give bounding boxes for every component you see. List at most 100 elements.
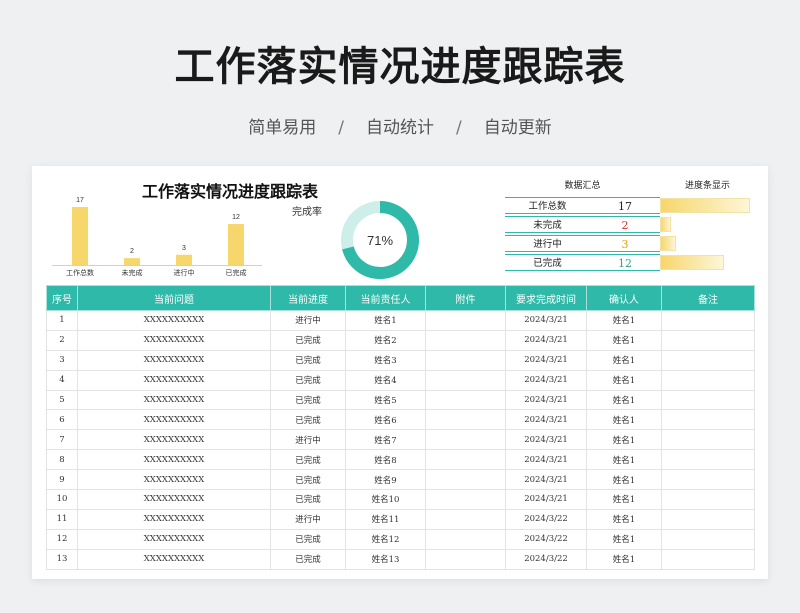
row-number-cell[interactable]: 13 xyxy=(46,548,78,570)
confirmer-cell[interactable]: 姓名1 xyxy=(586,508,662,530)
remark-cell[interactable] xyxy=(661,469,755,491)
attachment-cell[interactable] xyxy=(425,349,506,371)
remark-cell[interactable] xyxy=(661,409,755,431)
owner-cell[interactable]: 姓名11 xyxy=(345,508,426,530)
row-number-cell[interactable]: 7 xyxy=(46,429,78,451)
owner-cell[interactable]: 姓名9 xyxy=(345,469,426,491)
progress-cell[interactable]: 已完成 xyxy=(270,329,346,351)
due-date-cell[interactable]: 2024/3/21 xyxy=(505,389,587,411)
due-date-cell[interactable]: 2024/3/21 xyxy=(505,329,587,351)
attachment-cell[interactable] xyxy=(425,369,506,391)
due-date-cell[interactable]: 2024/3/21 xyxy=(505,310,587,331)
issue-cell[interactable]: XXXXXXXXXX xyxy=(77,349,271,371)
owner-cell[interactable]: 姓名8 xyxy=(345,449,426,471)
issue-cell[interactable]: XXXXXXXXXX xyxy=(77,528,271,550)
attachment-cell[interactable] xyxy=(425,310,506,331)
confirmer-cell[interactable]: 姓名1 xyxy=(586,349,662,371)
confirmer-cell[interactable]: 姓名1 xyxy=(586,329,662,351)
progress-cell[interactable]: 已完成 xyxy=(270,449,346,471)
progress-cell[interactable]: 进行中 xyxy=(270,429,346,451)
attachment-cell[interactable] xyxy=(425,469,506,491)
progress-cell[interactable]: 已完成 xyxy=(270,389,346,411)
owner-cell[interactable]: 姓名6 xyxy=(345,409,426,431)
remark-cell[interactable] xyxy=(661,329,755,351)
due-date-cell[interactable]: 2024/3/22 xyxy=(505,528,587,550)
confirmer-cell[interactable]: 姓名1 xyxy=(586,369,662,391)
row-number-cell[interactable]: 5 xyxy=(46,389,78,411)
due-date-cell[interactable]: 2024/3/21 xyxy=(505,489,587,510)
confirmer-cell[interactable]: 姓名1 xyxy=(586,429,662,451)
attachment-cell[interactable] xyxy=(425,449,506,471)
confirmer-cell[interactable]: 姓名1 xyxy=(586,409,662,431)
due-date-cell[interactable]: 2024/3/21 xyxy=(505,429,587,451)
row-number-cell[interactable]: 3 xyxy=(46,349,78,371)
attachment-cell[interactable] xyxy=(425,548,506,570)
issue-cell[interactable]: XXXXXXXXXX xyxy=(77,449,271,471)
remark-cell[interactable] xyxy=(661,528,755,550)
remark-cell[interactable] xyxy=(661,389,755,411)
due-date-cell[interactable]: 2024/3/21 xyxy=(505,449,587,471)
confirmer-cell[interactable]: 姓名1 xyxy=(586,548,662,570)
due-date-cell[interactable]: 2024/3/22 xyxy=(505,508,587,530)
issue-cell[interactable]: XXXXXXXXXX xyxy=(77,489,271,510)
progress-cell[interactable]: 已完成 xyxy=(270,369,346,391)
remark-cell[interactable] xyxy=(661,548,755,570)
progress-cell[interactable]: 已完成 xyxy=(270,548,346,570)
owner-cell[interactable]: 姓名5 xyxy=(345,389,426,411)
confirmer-cell[interactable]: 姓名1 xyxy=(586,310,662,331)
progress-cell[interactable]: 已完成 xyxy=(270,349,346,371)
owner-cell[interactable]: 姓名10 xyxy=(345,489,426,510)
owner-cell[interactable]: 姓名4 xyxy=(345,369,426,391)
confirmer-cell[interactable]: 姓名1 xyxy=(586,528,662,550)
progress-cell[interactable]: 已完成 xyxy=(270,489,346,510)
row-number-cell[interactable]: 1 xyxy=(46,310,78,331)
owner-cell[interactable]: 姓名3 xyxy=(345,349,426,371)
issue-cell[interactable]: XXXXXXXXXX xyxy=(77,310,271,331)
progress-cell[interactable]: 已完成 xyxy=(270,409,346,431)
owner-cell[interactable]: 姓名1 xyxy=(345,310,426,331)
issue-cell[interactable]: XXXXXXXXXX xyxy=(77,548,271,570)
remark-cell[interactable] xyxy=(661,369,755,391)
issue-cell[interactable]: XXXXXXXXXX xyxy=(77,389,271,411)
attachment-cell[interactable] xyxy=(425,508,506,530)
confirmer-cell[interactable]: 姓名1 xyxy=(586,449,662,471)
due-date-cell[interactable]: 2024/3/21 xyxy=(505,469,587,491)
remark-cell[interactable] xyxy=(661,310,755,331)
attachment-cell[interactable] xyxy=(425,409,506,431)
remark-cell[interactable] xyxy=(661,349,755,371)
confirmer-cell[interactable]: 姓名1 xyxy=(586,389,662,411)
row-number-cell[interactable]: 10 xyxy=(46,489,78,510)
due-date-cell[interactable]: 2024/3/21 xyxy=(505,349,587,371)
issue-cell[interactable]: XXXXXXXXXX xyxy=(77,329,271,351)
progress-cell[interactable]: 进行中 xyxy=(270,508,346,530)
issue-cell[interactable]: XXXXXXXXXX xyxy=(77,429,271,451)
attachment-cell[interactable] xyxy=(425,429,506,451)
row-number-cell[interactable]: 8 xyxy=(46,449,78,471)
row-number-cell[interactable]: 9 xyxy=(46,469,78,491)
row-number-cell[interactable]: 6 xyxy=(46,409,78,431)
due-date-cell[interactable]: 2024/3/21 xyxy=(505,409,587,431)
attachment-cell[interactable] xyxy=(425,489,506,510)
attachment-cell[interactable] xyxy=(425,329,506,351)
due-date-cell[interactable]: 2024/3/21 xyxy=(505,369,587,391)
row-number-cell[interactable]: 12 xyxy=(46,528,78,550)
owner-cell[interactable]: 姓名13 xyxy=(345,548,426,570)
issue-cell[interactable]: XXXXXXXXXX xyxy=(77,409,271,431)
owner-cell[interactable]: 姓名12 xyxy=(345,528,426,550)
remark-cell[interactable] xyxy=(661,449,755,471)
confirmer-cell[interactable]: 姓名1 xyxy=(586,469,662,491)
due-date-cell[interactable]: 2024/3/22 xyxy=(505,548,587,570)
row-number-cell[interactable]: 4 xyxy=(46,369,78,391)
confirmer-cell[interactable]: 姓名1 xyxy=(586,489,662,510)
remark-cell[interactable] xyxy=(661,429,755,451)
issue-cell[interactable]: XXXXXXXXXX xyxy=(77,508,271,530)
issue-cell[interactable]: XXXXXXXXXX xyxy=(77,369,271,391)
owner-cell[interactable]: 姓名2 xyxy=(345,329,426,351)
issue-cell[interactable]: XXXXXXXXXX xyxy=(77,469,271,491)
progress-cell[interactable]: 进行中 xyxy=(270,310,346,331)
progress-cell[interactable]: 已完成 xyxy=(270,469,346,491)
owner-cell[interactable]: 姓名7 xyxy=(345,429,426,451)
remark-cell[interactable] xyxy=(661,508,755,530)
attachment-cell[interactable] xyxy=(425,389,506,411)
row-number-cell[interactable]: 11 xyxy=(46,508,78,530)
